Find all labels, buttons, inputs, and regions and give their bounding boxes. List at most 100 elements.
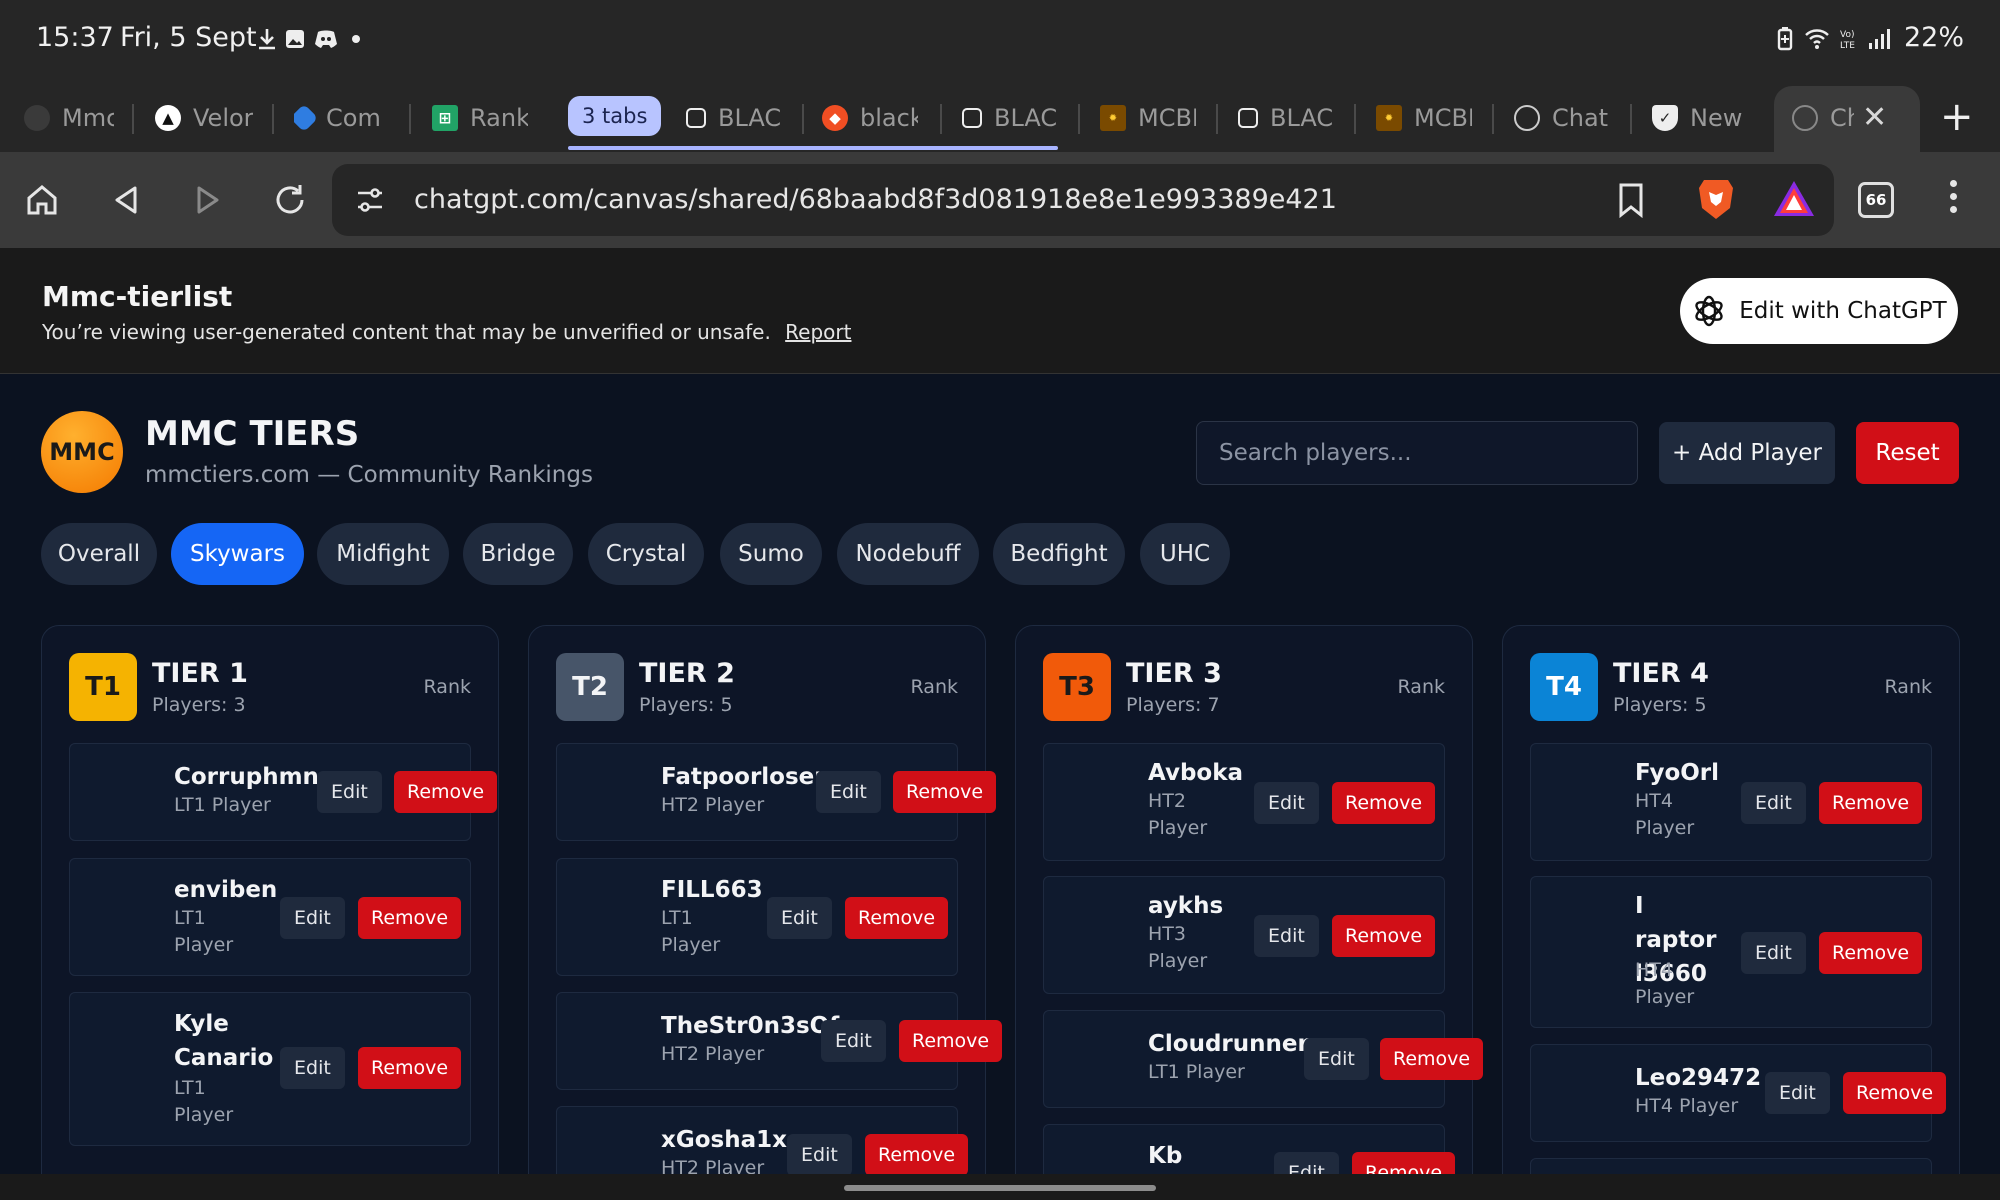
edit-button[interactable]: Edit — [1741, 782, 1806, 824]
address-bar[interactable]: chatgpt.com/canvas/shared/68baabd8f3d081… — [332, 164, 1834, 236]
edit-button[interactable]: Edit — [1741, 932, 1806, 974]
player-card: Leo29472 HT4 Player Edit Remove — [1530, 1044, 1947, 1142]
home-button[interactable] — [18, 176, 66, 224]
tab-count-button[interactable]: 66 — [1858, 182, 1894, 218]
tab-divider — [940, 104, 942, 134]
remove-button[interactable]: Remove — [1332, 782, 1436, 824]
tab-rank[interactable]: ⊞ Rank — [432, 92, 528, 144]
home-gesture-handle[interactable] — [844, 1185, 1156, 1191]
player-name: FILL663 — [661, 877, 763, 903]
player-rank: LT1 Player — [174, 907, 234, 956]
tab-velor[interactable]: ▲ Velor — [155, 92, 253, 144]
tab-bedfight[interactable]: Bedfight — [993, 523, 1125, 585]
remove-button[interactable]: Remove — [1332, 915, 1436, 957]
remove-button[interactable]: Remove — [899, 1020, 1003, 1062]
openai-logo-icon — [1695, 295, 1723, 327]
brave-shields-icon[interactable] — [1696, 176, 1736, 226]
edit-button[interactable]: Edit — [1304, 1038, 1369, 1080]
tab-blac-1[interactable]: BLAC — [686, 92, 782, 144]
tier-badge: T4 — [1530, 653, 1598, 721]
search-input[interactable] — [1196, 421, 1638, 485]
edit-button[interactable]: Edit — [767, 897, 832, 939]
edit-button[interactable]: Edit — [787, 1134, 852, 1174]
edit-button[interactable]: Edit — [1274, 1152, 1339, 1174]
remove-button[interactable]: Remove — [394, 771, 498, 813]
forward-button[interactable] — [184, 176, 232, 224]
tab-sumo[interactable]: Sumo — [720, 523, 822, 585]
remove-button[interactable]: Remove — [358, 897, 462, 939]
tab-overall[interactable]: Overall — [41, 523, 157, 585]
bookmark-icon[interactable] — [1616, 182, 1646, 222]
tab-uhc[interactable]: UHC — [1140, 523, 1230, 585]
reload-button[interactable] — [266, 176, 314, 224]
edit-button[interactable]: Edit — [816, 771, 881, 813]
remove-button[interactable]: Remove — [358, 1047, 462, 1089]
back-button[interactable] — [102, 176, 150, 224]
tab-midfight[interactable]: Midfight — [317, 523, 449, 585]
add-player-button[interactable]: + Add Player — [1659, 422, 1835, 484]
close-tab-icon[interactable]: ✕ — [1862, 100, 1887, 135]
player-rank: LT1 Player — [174, 794, 271, 816]
more-menu-icon[interactable] — [1950, 180, 1957, 213]
edit-button[interactable]: Edit — [821, 1020, 886, 1062]
tab-black[interactable]: ◆ black — [822, 92, 918, 144]
tab-new[interactable]: ✓ New — [1652, 92, 1748, 144]
svg-text:Vo): Vo) — [1840, 30, 1854, 40]
page-subtitle: mmctiers.com — Community Rankings — [145, 462, 593, 488]
tab-mmc[interactable]: Mmc — [24, 92, 114, 144]
rank-label: Rank — [910, 676, 958, 698]
site-settings-icon[interactable] — [354, 184, 386, 220]
mctiers-favicon-icon: ✹ — [1376, 105, 1402, 131]
remove-button[interactable]: Remove — [845, 897, 949, 939]
tier-1-column: T1 TIER 1 Players: 3 Rank Corruphmn LT1 … — [41, 625, 499, 1174]
reset-button[interactable]: Reset — [1856, 422, 1959, 484]
edit-button[interactable]: Edit — [1765, 1072, 1830, 1114]
tab-mcbi-2[interactable]: ✹ MCBI — [1376, 92, 1472, 144]
tab-chatgpt-active[interactable]: Ch — [1792, 92, 1854, 144]
player-rank: HT2 Player — [661, 1157, 765, 1174]
canvas-title: Mmc-tierlist — [42, 280, 233, 313]
edit-button[interactable]: Edit — [317, 771, 382, 813]
tab-blac-2[interactable]: BLAC — [962, 92, 1058, 144]
tab-skywars[interactable]: Skywars — [171, 523, 304, 585]
new-tab-button[interactable]: + — [1940, 94, 1974, 140]
tab-strip: Mmc ▲ Velor Com ⊞ Rank 3 tabs BLAC ◆ bla… — [0, 82, 2000, 152]
tab-nodebuff[interactable]: Nodebuff — [837, 523, 979, 585]
remove-button[interactable]: Remove — [1843, 1072, 1947, 1114]
tier-badge: T1 — [69, 653, 137, 721]
player-card: Cloudrunner LT1 Player Edit Remove — [1043, 1010, 1484, 1108]
player-name: Kyle Canario — [174, 1011, 274, 1071]
brave-rewards-icon[interactable] — [1772, 178, 1816, 224]
dot-icon — [343, 26, 369, 52]
edit-button[interactable]: Edit — [1254, 915, 1319, 957]
remove-button[interactable]: Remove — [1380, 1038, 1484, 1080]
player-name: aykhs — [1148, 893, 1224, 919]
tab-divider — [1078, 104, 1080, 134]
remove-button[interactable]: Remove — [1352, 1152, 1456, 1174]
edit-button[interactable]: Edit — [280, 1047, 345, 1089]
player-card: xGosha1x HT2 Player Edit Remove — [556, 1106, 969, 1174]
report-link[interactable]: Report — [785, 320, 851, 344]
remove-button[interactable]: Remove — [865, 1134, 969, 1174]
reload-icon — [276, 185, 304, 214]
tab-divider — [409, 104, 411, 134]
tab-chat[interactable]: Chat — [1514, 92, 1610, 144]
hex-favicon-icon — [962, 108, 982, 128]
sheets-favicon-icon: ⊞ — [432, 105, 458, 131]
tab-crystal[interactable]: Crystal — [588, 523, 704, 585]
tab-bridge[interactable]: Bridge — [463, 523, 573, 585]
remove-button[interactable]: Remove — [893, 771, 997, 813]
tab-com[interactable]: Com — [294, 92, 388, 144]
tab-group-chip[interactable]: 3 tabs — [568, 96, 662, 136]
tab-mcbi-1[interactable]: ✹ MCBI — [1100, 92, 1196, 144]
edit-button[interactable]: Edit — [280, 897, 345, 939]
edit-with-chatgpt-button[interactable]: Edit with ChatGPT — [1680, 278, 1958, 344]
chatgpt-favicon-icon — [1514, 105, 1540, 131]
tab-blac-3[interactable]: BLAC — [1238, 92, 1334, 144]
player-name: Avboka — [1148, 760, 1244, 786]
remove-button[interactable]: Remove — [1819, 932, 1923, 974]
remove-button[interactable]: Remove — [1819, 782, 1923, 824]
edit-button[interactable]: Edit — [1254, 782, 1319, 824]
download-icon — [254, 26, 280, 52]
url-text[interactable]: chatgpt.com/canvas/shared/68baabd8f3d081… — [414, 184, 1337, 215]
